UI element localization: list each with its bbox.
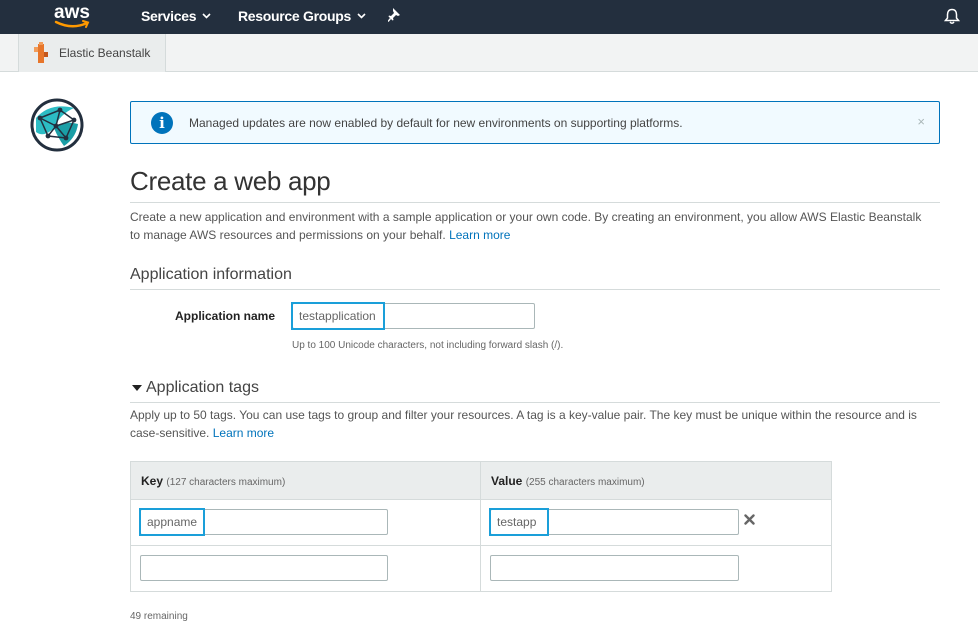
page-description: Create a new application and environment…: [130, 208, 930, 244]
info-icon: i: [151, 111, 173, 134]
application-name-input[interactable]: testapplication: [292, 303, 535, 329]
value-header-label: Value: [491, 474, 523, 488]
chevron-down-icon: [202, 13, 211, 19]
application-name-hint: Up to 100 Unicode characters, not includ…: [292, 340, 564, 351]
tag-key-input-empty[interactable]: [140, 555, 388, 581]
bell-icon[interactable]: [943, 8, 961, 30]
page-description-text: Create a new application and environment…: [130, 210, 922, 242]
tag-value-input[interactable]: testapp: [490, 509, 739, 535]
key-header-sub: (127 characters maximum): [166, 477, 286, 488]
elastic-beanstalk-logo: [30, 98, 84, 152]
service-tab-elastic-beanstalk[interactable]: Elastic Beanstalk: [18, 34, 166, 72]
aws-smile-icon: [54, 20, 90, 28]
key-column-header: Key (127 characters maximum): [131, 462, 480, 500]
application-name-label: Application name: [175, 309, 276, 323]
elastic-beanstalk-icon: [34, 42, 48, 63]
section-divider: [130, 289, 940, 290]
banner-message: Managed updates are now enabled by defau…: [189, 115, 683, 130]
learn-more-link[interactable]: Learn more: [449, 228, 510, 242]
application-tags-heading: Application tags: [146, 379, 259, 396]
remove-tag-icon[interactable]: [744, 513, 755, 528]
services-label: Services: [141, 8, 197, 24]
row-divider: [131, 545, 831, 546]
pin-icon[interactable]: [387, 8, 401, 25]
tag-value-input-empty[interactable]: [490, 555, 739, 581]
caret-down-icon: [132, 384, 142, 391]
tags-learn-more-link[interactable]: Learn more: [213, 426, 274, 440]
application-information-heading: Application information: [130, 266, 292, 283]
chevron-down-icon: [357, 13, 366, 19]
tags-description: Apply up to 50 tags. You can use tags to…: [130, 406, 940, 442]
resource-groups-menu[interactable]: Resource Groups: [238, 8, 366, 24]
application-tags-toggle[interactable]: Application tags: [132, 379, 259, 397]
service-tab-label: Elastic Beanstalk: [59, 46, 151, 60]
page-title: Create a web app: [130, 166, 331, 196]
aws-logo[interactable]: aws: [52, 2, 94, 30]
tag-key-input[interactable]: appname: [140, 509, 388, 535]
value-header-sub: (255 characters maximum): [525, 477, 645, 488]
close-icon[interactable]: ×: [917, 114, 925, 129]
resource-groups-label: Resource Groups: [238, 8, 351, 24]
key-header-label: Key: [141, 474, 164, 488]
value-column-header: Value (255 characters maximum): [481, 462, 831, 500]
info-banner: i Managed updates are now enabled by def…: [130, 101, 940, 144]
column-divider: [480, 462, 481, 591]
services-menu[interactable]: Services: [141, 8, 211, 24]
service-bar: Elastic Beanstalk: [0, 34, 978, 72]
top-navigation: aws Services Resource Groups: [0, 0, 978, 34]
tags-remaining-count: 49 remaining: [130, 611, 188, 622]
title-divider: [130, 202, 940, 203]
tags-divider: [130, 402, 940, 403]
